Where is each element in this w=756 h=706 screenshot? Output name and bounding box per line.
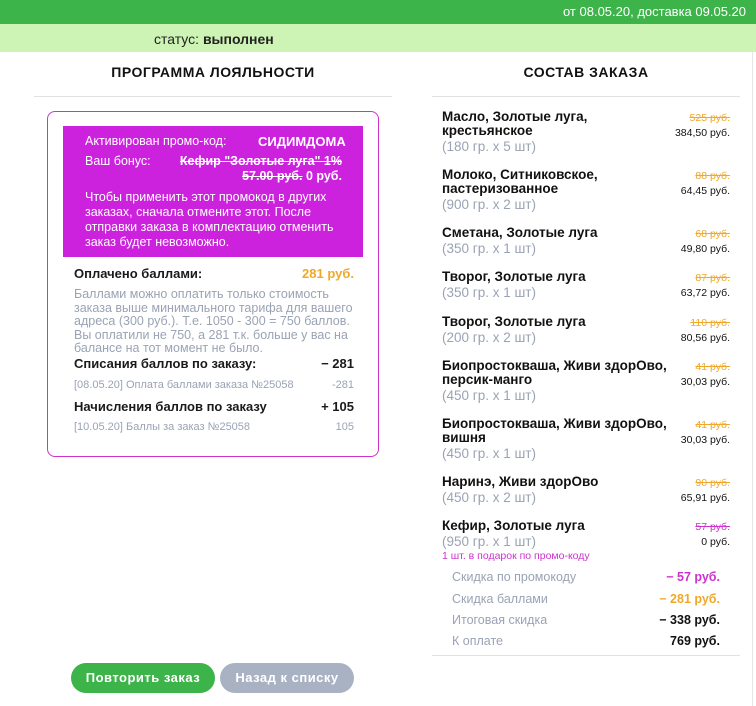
writeoff-entry: [08.05.20] Оплата баллами заказа №25058 … (74, 379, 354, 391)
writeoff-entry-text: [08.05.20] Оплата баллами заказа №25058 (74, 379, 294, 391)
total-discount-label: Итоговая скидка (452, 613, 548, 627)
item-new-price: 30,03 руб. (680, 434, 730, 446)
promo-discount-value: − 57 руб. (666, 570, 720, 584)
accrual-label: Начисления баллов по заказу (74, 399, 267, 414)
item-qty: (180 гр. x 5 шт) (442, 139, 536, 154)
accrual-entry: [10.05.20] Баллы за заказ №25058 105 (74, 421, 354, 433)
to-pay-value: 769 руб. (670, 634, 720, 648)
loyalty-card: Активирован промо-код: СИДИМДОМА Ваш бон… (47, 111, 379, 457)
status-value: выполнен (202, 31, 274, 47)
divider (34, 96, 392, 97)
accrual-entry-value: 105 (335, 421, 354, 433)
item-new-price: 30,03 руб. (680, 376, 730, 388)
item-new-price: 63,72 руб. (680, 287, 730, 299)
item-new-price: 49,80 руб. (680, 243, 730, 255)
status-label: статус: (154, 31, 200, 47)
points-discount-row: Скидка баллами − 281 руб. (452, 592, 720, 606)
item-qty: (950 гр. x 1 шт) (442, 534, 536, 549)
writeoff-label: Списания баллов по заказу: (74, 356, 257, 371)
writeoff-row: Списания баллов по заказу: − 281 (74, 356, 354, 371)
order-title: СОСТАВ ЗАКАЗА (523, 64, 649, 80)
item-old-price: 110 руб. (690, 317, 730, 329)
item-qty: (900 гр. x 2 шт) (442, 197, 536, 212)
promo-discount-row: Скидка по промокоду − 57 руб. (452, 570, 720, 584)
divider (432, 655, 740, 656)
writeoff-value: − 281 (321, 356, 354, 371)
item-old-price: 68 руб. (695, 228, 730, 240)
promo-activated-label: Активирован промо-код: (85, 134, 227, 148)
paid-by-points-row: Оплачено баллами: 281 руб. (74, 266, 354, 281)
item-new-price: 0 руб. (701, 536, 730, 548)
item-name: Сметана, Золотые луга (442, 225, 598, 240)
item-name: Кефир, Золотые луга (442, 518, 585, 533)
item-name: Творог, Золотые луга (442, 269, 586, 284)
item-old-price: 90 руб. (695, 477, 730, 489)
writeoff-entry-value: -281 (331, 379, 354, 391)
item-name: Молоко, Ситниковское, пастеризованное (442, 167, 598, 196)
paid-note: Баллами можно оплатить только стоимость … (74, 287, 353, 355)
paid-label: Оплачено баллами: (74, 266, 203, 281)
points-discount-value: − 281 руб. (659, 592, 720, 606)
item-new-price: 80,56 руб. (680, 332, 730, 344)
item-name: Творог, Золотые луга (442, 314, 586, 329)
status-bar: статус: выполнен (0, 24, 756, 52)
to-pay-label: К оплате (452, 634, 503, 648)
repeat-order-button[interactable]: Повторить заказ (71, 663, 215, 693)
promo-discount-label: Скидка по промокоду (452, 570, 577, 584)
accrual-row: Начисления баллов по заказу + 105 (74, 399, 354, 414)
bonus-new-price: 0 руб. (305, 169, 342, 183)
to-pay-row: К оплате 769 руб. (452, 634, 720, 648)
item-name: Биопростокваша, Живи здорОво, вишня (442, 416, 667, 445)
item-old-price: 88 руб. (695, 170, 730, 182)
item-gift-note: 1 шт. в подарок по промо-коду (442, 550, 590, 562)
item-name: Масло, Золотые луга, крестьянское (442, 109, 588, 138)
promo-code: СИДИМДОМА (258, 134, 346, 149)
item-qty: (450 гр. x 1 шт) (442, 388, 536, 403)
item-qty: (200 гр. x 2 шт) (442, 330, 536, 345)
item-qty: (350 гр. x 1 шт) (442, 241, 536, 256)
order-status: статус: выполнен (154, 31, 274, 47)
total-discount-value: − 338 руб. (659, 613, 720, 627)
item-qty: (350 гр. x 1 шт) (442, 285, 536, 300)
divider (432, 96, 740, 97)
item-new-price: 65,91 руб. (680, 492, 730, 504)
points-discount-label: Скидка баллами (452, 592, 548, 606)
item-old-price: 41 руб. (695, 361, 730, 373)
item-qty: (450 гр. x 2 шт) (442, 490, 536, 505)
item-new-price: 384,50 руб. (674, 127, 730, 139)
bonus-label: Ваш бонус: (85, 154, 151, 168)
item-qty: (450 гр. x 1 шт) (442, 446, 536, 461)
item-old-price: 57 руб. (695, 521, 730, 533)
accrual-entry-text: [10.05.20] Баллы за заказ №25058 (74, 421, 251, 433)
back-to-list-button[interactable]: Назад к списку (220, 663, 354, 693)
item-name: Наринэ, Живи здорОво (442, 474, 599, 489)
total-discount-row: Итоговая скидка − 338 руб. (452, 613, 720, 627)
item-old-price: 87 руб. (695, 272, 730, 284)
item-new-price: 64,45 руб. (680, 185, 730, 197)
paid-value: 281 руб. (302, 266, 354, 281)
item-old-price: 41 руб. (695, 419, 730, 431)
loyalty-title: ПРОГРАММА ЛОЯЛЬНОСТИ (111, 64, 315, 80)
bonus-product: Кефир "Золотые луга" 1% (179, 154, 342, 168)
scrollbar-track (752, 52, 753, 706)
bonus-value: Кефир "Золотые луга" 1% 57.00 руб. 0 руб… (180, 154, 342, 184)
promo-note: Чтобы применить этот промокод в других з… (85, 190, 334, 249)
promo-code-box: Активирован промо-код: СИДИМДОМА Ваш бон… (63, 126, 363, 257)
item-name: Биопростокваша, Живи здорОво, персик-ман… (442, 358, 667, 387)
top-bar: от 08.05.20, доставка 09.05.20 (0, 0, 756, 24)
order-dates: от 08.05.20, доставка 09.05.20 (562, 4, 746, 19)
bonus-old-price: 57.00 руб. (242, 169, 303, 183)
item-old-price: 525 руб. (689, 112, 730, 124)
accrual-value: + 105 (321, 399, 354, 414)
